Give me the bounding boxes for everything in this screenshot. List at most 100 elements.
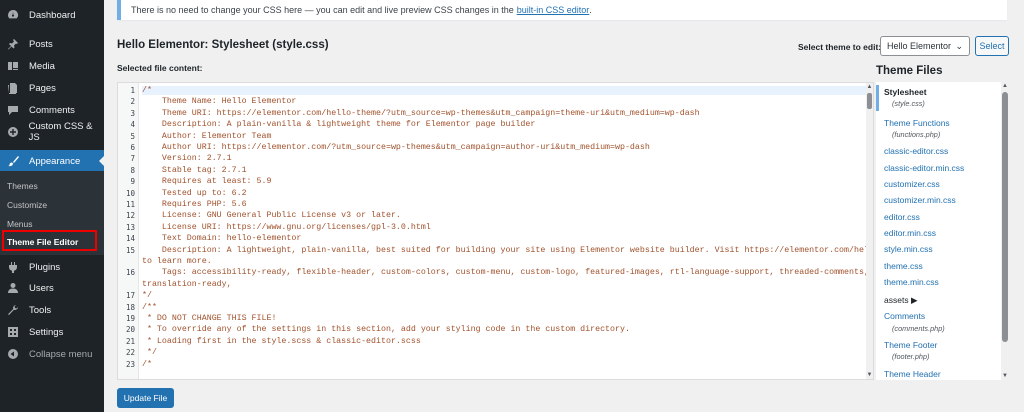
code-line[interactable]: */: [142, 291, 152, 300]
pin-icon: [6, 37, 20, 51]
file-item[interactable]: customizer.min.css: [884, 195, 956, 205]
sidebar-item-plugins[interactable]: Plugins: [0, 256, 104, 278]
scroll-down-icon[interactable]: ▼: [1001, 373, 1009, 379]
sidebar-item-comments[interactable]: Comments: [0, 99, 104, 121]
folder-assets[interactable]: assets ▶: [884, 295, 918, 306]
theme-files-title: Theme Files: [876, 65, 943, 77]
dashboard-icon: [6, 8, 20, 22]
file-functions-filename: (functions.php): [892, 130, 941, 139]
line-number: 13: [125, 222, 135, 232]
code-line[interactable]: Requires at least: 5.9: [142, 177, 272, 186]
sidebar-item-appearance[interactable]: Appearance: [0, 150, 104, 172]
submenu-item-customize[interactable]: Customize: [7, 200, 47, 210]
scroll-down-icon[interactable]: ▼: [866, 372, 873, 378]
file-list-scrollbar[interactable]: ▲ ▼: [1001, 82, 1009, 380]
line-number: 1: [130, 86, 135, 95]
file-item[interactable]: editor.min.css: [884, 228, 936, 238]
sidebar-item-custom-css-js[interactable]: Custom CSS & JS: [0, 121, 104, 143]
code-line[interactable]: License: GNU General Public License v3 o…: [142, 211, 401, 220]
code-line[interactable]: Theme Name: Hello Elementor: [142, 97, 296, 106]
line-number: 21: [125, 336, 135, 346]
file-item[interactable]: classic-editor.min.css: [884, 163, 964, 173]
line-number: 14: [125, 234, 135, 244]
caret-right-icon: ▶: [910, 295, 918, 305]
code-line[interactable]: to learn more.: [142, 257, 212, 266]
file-item[interactable]: style.min.css: [884, 244, 933, 254]
notice-text: There is no need to change your CSS here…: [131, 5, 514, 15]
submenu-item-themes[interactable]: Themes: [7, 181, 38, 191]
code-line[interactable]: Tested up to: 6.2: [142, 189, 247, 198]
submenu-item-menus[interactable]: Menus: [7, 219, 33, 229]
code-line[interactable]: /**: [142, 303, 157, 312]
theme-select-value: Hello Elementor: [887, 41, 952, 51]
collapse-menu-button[interactable]: Collapse menu: [0, 343, 104, 365]
line-number: 22: [125, 348, 135, 358]
code-line[interactable]: */: [142, 348, 157, 357]
file-footer-filename: (footer.php): [892, 352, 930, 361]
code-line[interactable]: Version: 2.7.1: [142, 154, 232, 163]
code-line[interactable]: Tags: accessibility-ready, flexible-head…: [142, 268, 869, 277]
file-item[interactable]: theme.min.css: [884, 277, 939, 287]
code-line[interactable]: /*: [142, 360, 152, 369]
line-number: 11: [125, 200, 135, 209]
code-line[interactable]: Theme URI: https://elementor.com/hello-t…: [142, 109, 700, 118]
sidebar-item-pages[interactable]: Pages: [0, 77, 104, 99]
collapse-icon: [6, 347, 20, 361]
sidebar-item-settings[interactable]: Settings: [0, 321, 104, 343]
current-menu-arrow: [99, 156, 104, 166]
chevron-down-icon: ⌄: [955, 41, 963, 51]
file-item[interactable]: classic-editor.css: [884, 146, 948, 156]
sidebar-item-label: Comments: [29, 104, 75, 116]
code-line[interactable]: Text Domain: hello-elementor: [142, 234, 301, 243]
line-number: 6: [130, 143, 135, 152]
scroll-up-icon[interactable]: ▲: [866, 84, 873, 90]
file-theme-footer[interactable]: Theme Footer: [884, 340, 937, 350]
sidebar-item-posts[interactable]: Posts: [0, 33, 104, 55]
code-line[interactable]: * DO NOT CHANGE THIS FILE!: [142, 314, 276, 323]
file-item[interactable]: theme.css: [884, 261, 923, 271]
line-number: 17: [125, 291, 135, 301]
pages-icon: [6, 81, 20, 95]
wrench-icon: [6, 303, 20, 317]
file-theme-header[interactable]: Theme Header: [884, 369, 941, 379]
file-theme-functions[interactable]: Theme Functions: [884, 118, 950, 128]
sidebar-item-label: Media: [29, 60, 55, 72]
code-line[interactable]: translation-ready,: [142, 280, 232, 289]
code-editor[interactable]: 1 2 3 4 5 6 7 8 9 10 11 12 13 14 15 16 17 18 19 20 21 22 23 /*…: [117, 82, 874, 380]
scrollbar-thumb[interactable]: [867, 93, 872, 109]
code-line[interactable]: License URI: https://www.gnu.org/license…: [142, 223, 431, 232]
css-editor-link[interactable]: built-in CSS editor: [517, 5, 590, 15]
sidebar-item-users[interactable]: Users: [0, 277, 104, 299]
code-line[interactable]: Author: Elementor Team: [142, 132, 272, 141]
theme-select[interactable]: Hello Elementor ⌄: [880, 36, 970, 56]
sidebar-item-label: Plugins: [29, 261, 61, 273]
scrollbar-thumb[interactable]: [1002, 92, 1008, 342]
editor-scrollbar[interactable]: ▲ ▼: [866, 83, 873, 379]
line-number: 16: [125, 268, 135, 278]
code-line[interactable]: /*: [142, 86, 870, 95]
line-number: 18: [125, 302, 135, 312]
file-item[interactable]: editor.css: [884, 212, 920, 222]
file-item[interactable]: customizer.css: [884, 179, 940, 189]
code-line[interactable]: * To override any of the settings in thi…: [142, 325, 630, 334]
file-comments[interactable]: Comments: [884, 311, 925, 321]
selected-file-label: Selected file content:: [117, 63, 203, 73]
brush-icon: [6, 154, 20, 168]
code-line[interactable]: Requires PHP: 5.6: [142, 200, 247, 209]
code-line[interactable]: Description: A plain-vanilla & lightweig…: [142, 120, 535, 129]
sidebar-item-media[interactable]: Media: [0, 55, 104, 77]
sidebar-item-tools[interactable]: Tools: [0, 299, 104, 321]
update-file-button[interactable]: Update File: [117, 388, 174, 408]
code-line[interactable]: * Loading first in the style.scss & clas…: [142, 337, 421, 346]
code-line[interactable]: Author URI: https://elementor.com/?utm_s…: [142, 143, 650, 152]
sidebar-item-dashboard[interactable]: Dashboard: [0, 4, 104, 26]
code-line[interactable]: Stable tag: 2.7.1: [142, 166, 247, 175]
scroll-up-icon[interactable]: ▲: [1001, 83, 1009, 89]
code-line[interactable]: Description: A lightweight, plain-vanill…: [142, 246, 873, 255]
select-button[interactable]: Select: [975, 36, 1009, 56]
file-stylesheet[interactable]: Stylesheet: [884, 87, 927, 97]
sidebar-item-label: Users: [29, 282, 54, 294]
media-icon: [6, 59, 20, 73]
info-notice: There is no need to change your CSS here…: [117, 0, 1007, 20]
sidebar-item-label: Collapse menu: [29, 348, 93, 360]
